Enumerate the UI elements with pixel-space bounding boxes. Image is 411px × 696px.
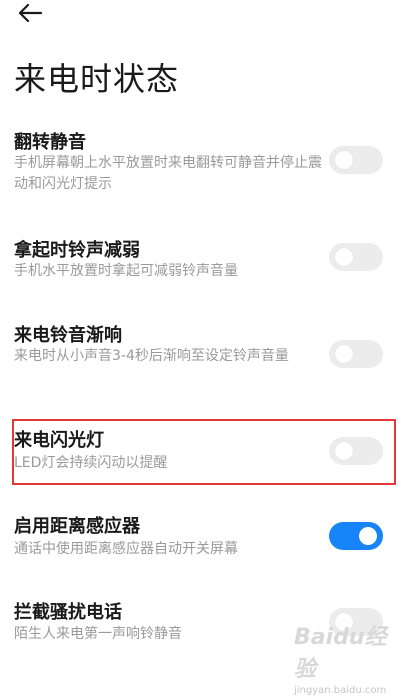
toggle-knob: [335, 248, 353, 266]
setting-title: 来电闪光灯: [14, 430, 104, 451]
setting-description: 手机屏幕朝上水平放置时来电翻转可静音并停止震动和闪光灯提示: [14, 155, 322, 192]
setting-description: 手机水平放置时拿起可减弱铃声音量: [14, 263, 238, 279]
back-button[interactable]: [12, 0, 48, 26]
setting-description: 通话中使用距离感应器自动开关屏幕: [14, 541, 238, 557]
toggle-knob: [359, 527, 377, 545]
setting-description: LED灯会持续闪动以提醒: [14, 455, 168, 471]
toggle-knob: [335, 345, 353, 363]
toggle-knob: [335, 151, 353, 169]
proximity-sensor-toggle[interactable]: [329, 522, 383, 550]
setting-description: 陌生人来电第一声响铃静音: [14, 626, 182, 642]
setting-title: 来电铃音渐响: [14, 325, 122, 346]
page-title: 来电时状态: [14, 60, 180, 98]
back-arrow-icon: [18, 3, 43, 23]
watermark-url: jingyan.baidu.com: [294, 685, 387, 696]
setting-title: 启用距离感应器: [14, 516, 140, 537]
flash-alert-toggle[interactable]: [329, 437, 383, 465]
flip-mute-toggle[interactable]: [329, 146, 383, 174]
block-harassment-toggle[interactable]: [329, 608, 383, 636]
setting-title: 拦截骚扰电话: [14, 602, 122, 623]
ringtone-crescendo-toggle[interactable]: [329, 340, 383, 368]
setting-title: 翻转静音: [14, 132, 86, 153]
setting-title: 拿起时铃声减弱: [14, 240, 140, 261]
pickup-quieter-toggle[interactable]: [329, 243, 383, 271]
toggle-knob: [335, 613, 353, 631]
toggle-knob: [335, 442, 353, 460]
setting-description: 来电时从小声音3-4秒后渐响至设定铃声音量: [14, 348, 289, 364]
